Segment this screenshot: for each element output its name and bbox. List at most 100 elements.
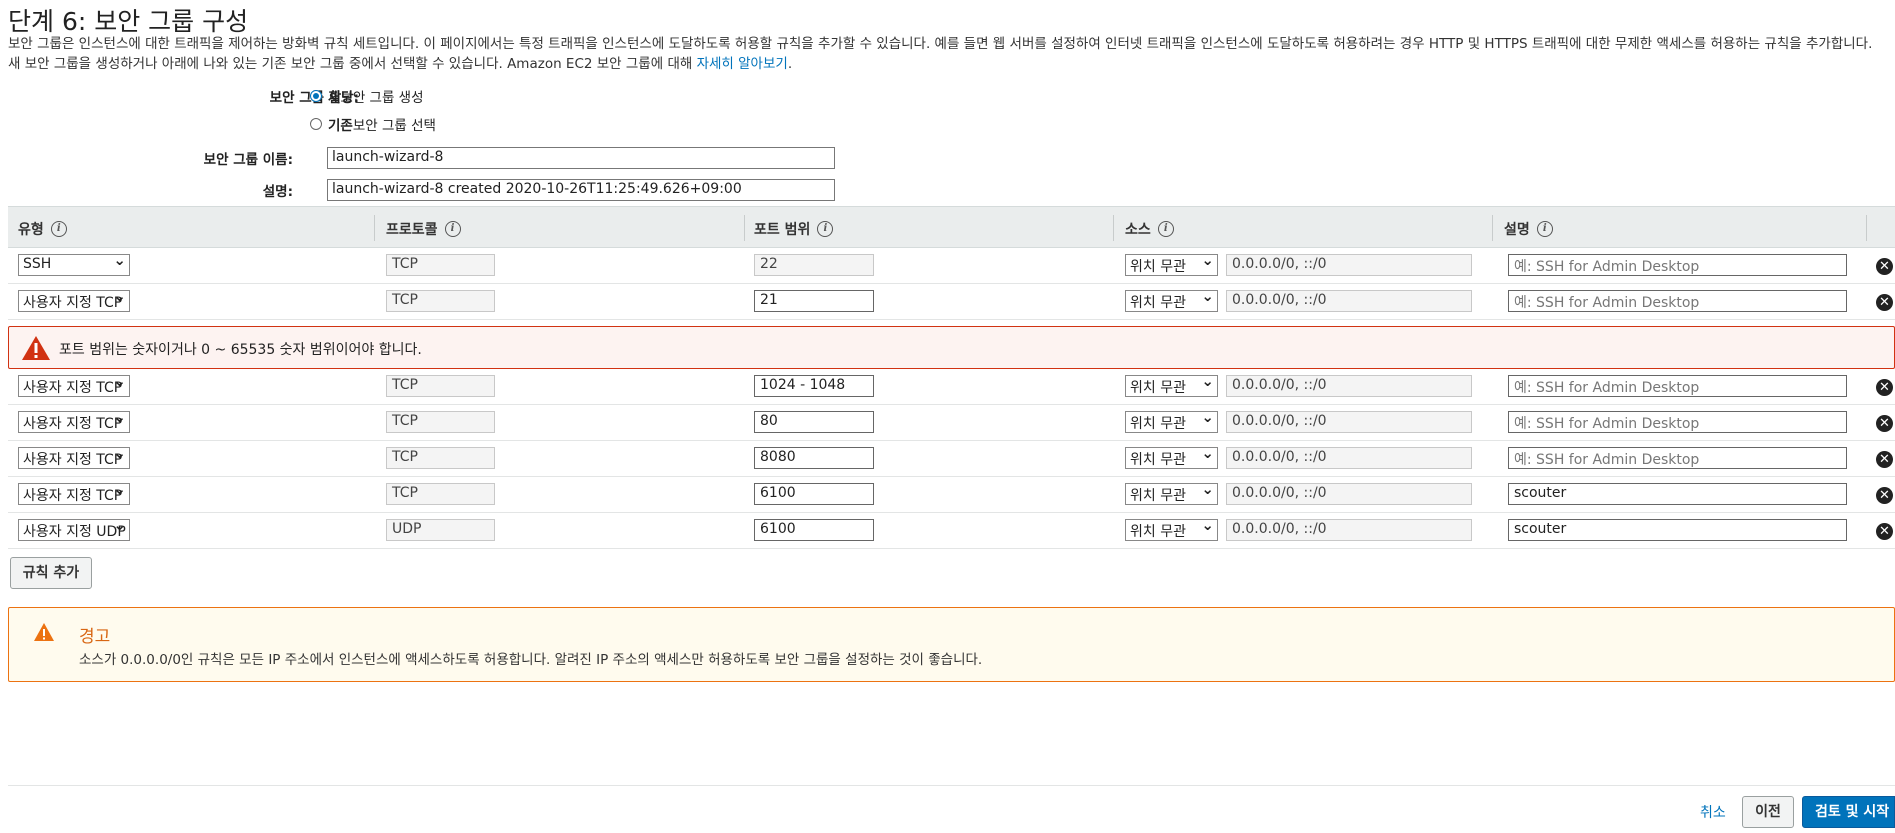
intro-text: 보안 그룹은 인스턴스에 대한 트래픽을 제어하는 방화벽 규칙 세트입니다. … [8, 34, 1888, 74]
description-placeholder: 예: SSH for Admin Desktop [1514, 259, 1700, 275]
previous-button[interactable]: 이전 [1742, 796, 1794, 828]
table-row: 사용자 지정 TCP TCP 80 위치 무관 0.0.0.0/0, ::/0 … [8, 405, 1895, 441]
type-select[interactable]: 사용자 지정 TCP [18, 447, 130, 469]
description-placeholder: 예: SSH for Admin Desktop [1514, 416, 1700, 432]
info-icon[interactable]: i [444, 221, 461, 237]
remove-rule-icon[interactable]: ✕ [1876, 294, 1893, 311]
port-input[interactable]: 6100 [754, 519, 874, 541]
radio-existing-group[interactable]: 기존 보안 그룹 선택 [310, 114, 436, 134]
group-name-label: 보안 그룹 이름: [203, 152, 293, 168]
col-sep[interactable] [1866, 215, 1867, 241]
protocol-field: TCP [386, 290, 495, 312]
learn-more-link[interactable]: 자세히 알아보기 [697, 56, 788, 72]
remove-rule-icon[interactable]: ✕ [1876, 451, 1893, 468]
info-icon[interactable]: i [817, 221, 834, 237]
source-select[interactable]: 위치 무관 [1125, 447, 1218, 469]
type-select[interactable]: 사용자 지정 TCP [18, 483, 130, 505]
table-row: 사용자 지정 TCP TCP 6100 위치 무관 0.0.0.0/0, ::/… [8, 477, 1895, 513]
source-cidr-field[interactable]: 0.0.0.0/0, ::/0 [1226, 483, 1472, 505]
remove-rule-icon[interactable]: ✕ [1876, 523, 1893, 540]
type-select[interactable]: SSH [18, 254, 130, 276]
description-input[interactable]: 예: SSH for Admin Desktop [1508, 447, 1847, 469]
info-icon[interactable]: i [50, 221, 67, 237]
source-select[interactable]: 위치 무관 [1125, 290, 1218, 312]
port-input[interactable]: 6100 [754, 483, 874, 505]
description-placeholder: 예: SSH for Admin Desktop [1514, 295, 1700, 311]
source-select[interactable]: 위치 무관 [1125, 411, 1218, 433]
source-cidr-field[interactable]: 0.0.0.0/0, ::/0 [1226, 447, 1472, 469]
header-source: 소스 i [1125, 219, 1174, 239]
source-select[interactable]: 위치 무관 [1125, 254, 1218, 276]
warning-icon [34, 623, 54, 641]
port-field: 22 [754, 254, 874, 276]
header-protocol: 프로토콜 i [386, 219, 461, 239]
radio-new-group[interactable]: 새 보안 그룹 생성 [310, 86, 424, 106]
table-row: 사용자 지정 TCP TCP 21 위치 무관 0.0.0.0/0, ::/0 … [8, 284, 1895, 320]
header-type: 유형 i [18, 219, 67, 239]
port-input[interactable]: 21 [754, 290, 874, 312]
description-input[interactable]: scouter [1508, 483, 1847, 505]
protocol-field: UDP [386, 519, 495, 541]
protocol-field: TCP [386, 254, 495, 276]
port-input[interactable]: 80 [754, 411, 874, 433]
description-placeholder: 예: SSH for Admin Desktop [1514, 452, 1700, 468]
review-and-launch-button[interactable]: 검토 및 시작 [1802, 796, 1895, 828]
source-select[interactable]: 위치 무관 [1125, 375, 1218, 397]
description-input[interactable]: 예: SSH for Admin Desktop [1508, 254, 1847, 276]
description-input[interactable]: 예: SSH for Admin Desktop [1508, 375, 1847, 397]
source-select[interactable]: 위치 무관 [1125, 483, 1218, 505]
radio-new-label: 보안 그룹 생성 [340, 90, 424, 106]
source-cidr-field[interactable]: 0.0.0.0/0, ::/0 [1226, 411, 1472, 433]
rules-table-header: 유형 i 프로토콜 i 포트 범위 i 소스 i 설명 i [8, 206, 1895, 248]
open-source-warning: 경고 소스가 0.0.0.0/0인 규칙은 모든 IP 주소에서 인스턴스에 액… [8, 607, 1895, 682]
source-cidr-field[interactable]: 0.0.0.0/0, ::/0 [1226, 254, 1472, 276]
type-select[interactable]: 사용자 지정 TCP [18, 411, 130, 433]
type-select[interactable]: 사용자 지정 TCP [18, 290, 130, 312]
col-sep[interactable] [1492, 215, 1493, 241]
remove-rule-icon[interactable]: ✕ [1876, 487, 1893, 504]
info-icon[interactable]: i [1536, 221, 1553, 237]
source-cidr-field[interactable]: 0.0.0.0/0, ::/0 [1226, 375, 1472, 397]
port-input[interactable]: 1024 - 1048 [754, 375, 874, 397]
protocol-field: TCP [386, 375, 495, 397]
source-cidr-field[interactable]: 0.0.0.0/0, ::/0 [1226, 290, 1472, 312]
radio-new-bold: 새 [328, 90, 341, 106]
radio-existing-button[interactable] [310, 118, 322, 130]
description-input[interactable]: 예: SSH for Admin Desktop [1508, 411, 1847, 433]
source-cidr-field[interactable]: 0.0.0.0/0, ::/0 [1226, 519, 1472, 541]
add-rule-button[interactable]: 규칙 추가 [10, 557, 92, 589]
port-input[interactable]: 8080 [754, 447, 874, 469]
col-sep[interactable] [1113, 215, 1114, 241]
cancel-link[interactable]: 취소 [1700, 802, 1726, 822]
col-sep[interactable] [744, 215, 745, 241]
description-input[interactable]: 예: SSH for Admin Desktop [1508, 290, 1847, 312]
table-row: 사용자 지정 TCP TCP 1024 - 1048 위치 무관 0.0.0.0… [8, 369, 1895, 405]
source-select[interactable]: 위치 무관 [1125, 519, 1218, 541]
protocol-field: TCP [386, 411, 495, 433]
group-desc-input[interactable]: launch-wizard-8 created 2020-10-26T11:25… [327, 179, 835, 201]
protocol-field: TCP [386, 447, 495, 469]
group-name-input[interactable]: launch-wizard-8 [327, 147, 835, 169]
radio-existing-label: 보안 그룹 선택 [352, 118, 436, 134]
protocol-field: TCP [386, 483, 495, 505]
table-row: 사용자 지정 TCP TCP 8080 위치 무관 0.0.0.0/0, ::/… [8, 441, 1895, 477]
warning-triangle-icon [22, 336, 50, 360]
port-error-box: 포트 범위는 숫자이거나 0 ~ 65535 숫자 범위이어야 합니다. [8, 326, 1895, 369]
error-text: 포트 범위는 숫자이거나 0 ~ 65535 숫자 범위이어야 합니다. [59, 342, 422, 358]
header-description: 설명 i [1504, 219, 1553, 239]
table-row: SSH TCP 22 위치 무관 0.0.0.0/0, ::/0 예: SSH … [8, 248, 1895, 284]
radio-existing-bold: 기존 [328, 118, 353, 134]
description-placeholder: 예: SSH for Admin Desktop [1514, 380, 1700, 396]
remove-rule-icon[interactable]: ✕ [1876, 258, 1893, 275]
info-icon[interactable]: i [1157, 221, 1174, 237]
description-input[interactable]: scouter [1508, 519, 1847, 541]
warning-title: 경고 [79, 627, 111, 647]
type-select[interactable]: 사용자 지정 UDP [18, 519, 130, 541]
intro-suffix: . [787, 56, 793, 72]
type-select[interactable]: 사용자 지정 TCP [18, 375, 130, 397]
remove-rule-icon[interactable]: ✕ [1876, 379, 1893, 396]
footer-divider [8, 785, 1895, 786]
col-sep[interactable] [374, 215, 375, 241]
remove-rule-icon[interactable]: ✕ [1876, 415, 1893, 432]
radio-new-button[interactable] [310, 90, 322, 102]
